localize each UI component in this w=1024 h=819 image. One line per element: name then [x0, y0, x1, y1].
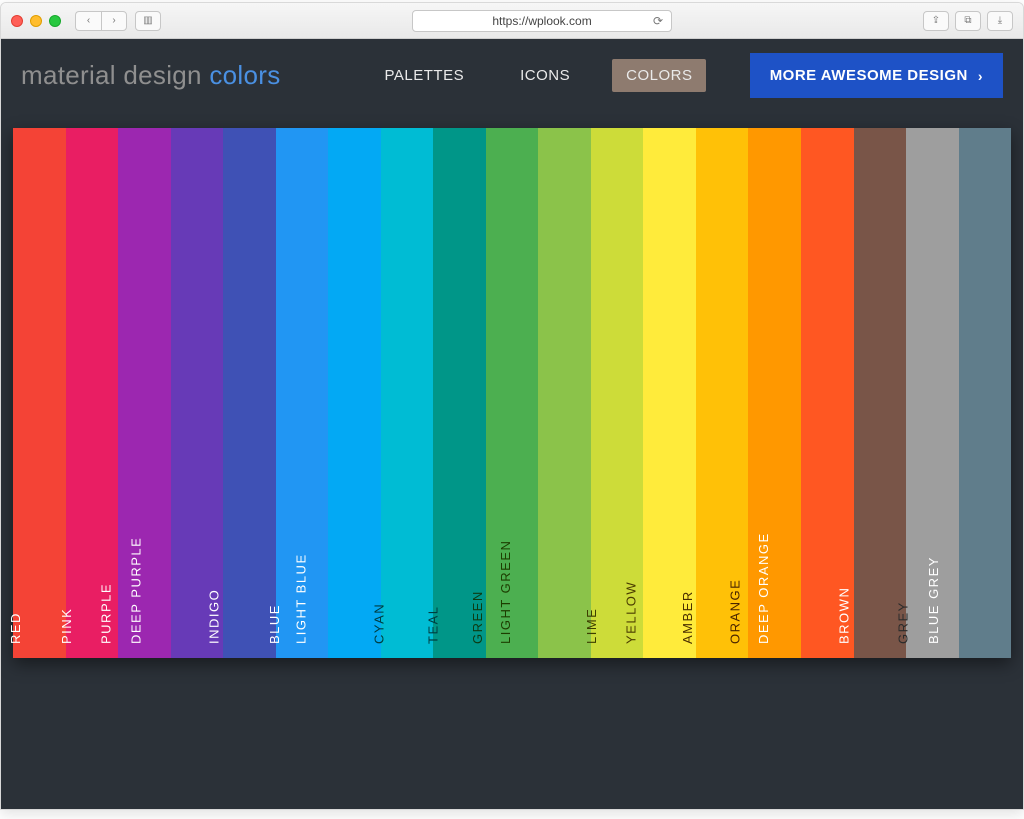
browser-address-bar[interactable]: https://wplook.com ⟳	[412, 10, 672, 32]
color-stripe-blue-grey[interactable]: BLUE GREY	[959, 128, 1012, 658]
color-stripe-label: PURPLE	[99, 583, 114, 644]
color-stripe-light-green[interactable]: LIGHT GREEN	[538, 128, 591, 658]
color-stripe-label: BROWN	[836, 587, 851, 644]
color-stripe-label: AMBER	[680, 590, 695, 644]
color-stripe-red[interactable]: RED	[13, 128, 66, 658]
chevron-right-icon: ›	[978, 68, 983, 84]
color-stripe-light-blue[interactable]: LIGHT BLUE	[328, 128, 381, 658]
color-stripe-label: CYAN	[371, 603, 386, 644]
download-button-icon[interactable]: ⤓	[987, 11, 1013, 31]
color-stripe-purple[interactable]: PURPLE	[118, 128, 171, 658]
logo-part-1: material design	[21, 60, 202, 90]
page-header: material design colors PALETTES ICONS COLO…	[1, 39, 1023, 128]
window-zoom-icon[interactable]	[49, 15, 61, 27]
color-stripes: REDPINKPURPLEDEEP PURPLEINDIGOBLUELIGHT …	[13, 128, 1011, 658]
cta-more-design-button[interactable]: MORE AWESOME DESIGN ›	[750, 53, 1003, 98]
browser-sidebar-button[interactable]: ▥	[135, 11, 161, 31]
site-logo[interactable]: material design colors	[21, 60, 281, 91]
footer-space	[1, 658, 1023, 809]
window-minimize-icon[interactable]	[30, 15, 42, 27]
color-stripe-label: DEEP ORANGE	[756, 532, 771, 644]
color-stripe-label: RED	[8, 612, 23, 644]
color-stripe-teal[interactable]: TEAL	[433, 128, 486, 658]
color-stripe-label: LIGHT BLUE	[294, 553, 309, 644]
logo-part-2: colors	[209, 60, 280, 90]
color-stripe-label: GREEN	[470, 590, 485, 644]
browser-forward-button[interactable]: ›	[101, 11, 127, 31]
color-stripe-label: BLUE	[267, 604, 282, 644]
page-body: material design colors PALETTES ICONS COLO…	[1, 39, 1023, 809]
color-stripe-pink[interactable]: PINK	[66, 128, 119, 658]
color-stripe-yellow[interactable]: YELLOW	[643, 128, 696, 658]
reload-icon[interactable]: ⟳	[653, 14, 663, 28]
color-stripe-label: BLUE GREY	[926, 556, 941, 644]
color-stripe-deep-orange[interactable]: DEEP ORANGE	[801, 128, 854, 658]
browser-back-button[interactable]: ‹	[75, 11, 101, 31]
color-stripe-label: LIGHT GREEN	[497, 540, 512, 644]
color-stripe-cyan[interactable]: CYAN	[381, 128, 434, 658]
share-button-icon[interactable]: ⇪	[923, 11, 949, 31]
color-stripe-label: DEEP PURPLE	[128, 537, 143, 644]
color-stripe-label: LIME	[584, 608, 599, 644]
window-traffic-lights	[11, 15, 61, 27]
browser-chrome: ‹ › ▥ https://wplook.com ⟳ ⇪ ⧉ ⤓	[1, 3, 1023, 39]
color-stripe-label: ORANGE	[727, 579, 742, 644]
color-stripe-lime[interactable]: LIME	[591, 128, 644, 658]
color-stripe-label: TEAL	[425, 605, 440, 644]
color-stripe-label: INDIGO	[207, 589, 222, 644]
color-stripe-indigo[interactable]: INDIGO	[223, 128, 276, 658]
color-stripe-label: GREY	[896, 601, 911, 644]
browser-nav-back-forward: ‹ ›	[75, 11, 127, 31]
tabs-button-icon[interactable]: ⧉	[955, 11, 981, 31]
color-stripe-label: YELLOW	[623, 581, 638, 644]
color-stripe-brown[interactable]: BROWN	[854, 128, 907, 658]
cta-label: MORE AWESOME DESIGN	[770, 67, 968, 84]
browser-frame: ‹ › ▥ https://wplook.com ⟳ ⇪ ⧉ ⤓ materia…	[0, 2, 1024, 810]
main-nav: PALETTES ICONS COLORS	[371, 59, 707, 92]
nav-item-colors[interactable]: COLORS	[612, 59, 706, 92]
window-close-icon[interactable]	[11, 15, 23, 27]
color-stripe-deep-purple[interactable]: DEEP PURPLE	[171, 128, 224, 658]
color-stripe-label: PINK	[59, 608, 74, 644]
nav-item-icons[interactable]: ICONS	[506, 59, 584, 92]
browser-toolbar-right: ⇪ ⧉ ⤓	[923, 11, 1013, 31]
browser-url-text: https://wplook.com	[492, 14, 591, 28]
nav-item-palettes[interactable]: PALETTES	[371, 59, 479, 92]
